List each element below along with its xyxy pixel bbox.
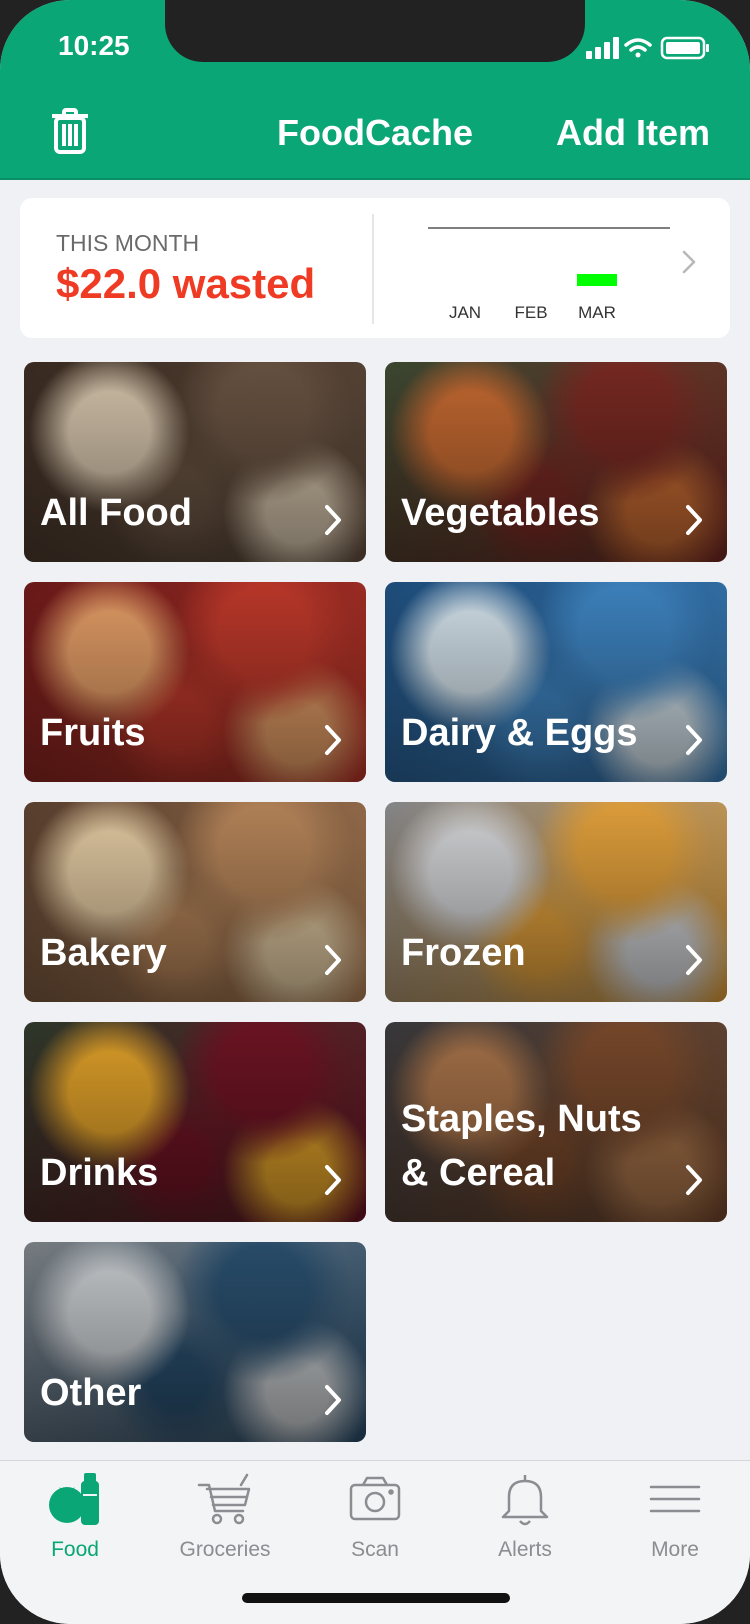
chevron-right-icon [325, 1385, 341, 1415]
signal-icon [586, 37, 619, 59]
waste-chart: JAN FEB MAR [428, 227, 670, 322]
menu-icon [649, 1485, 701, 1513]
category-label: Other [40, 1372, 142, 1414]
status-bar: 10:25 [0, 0, 750, 92]
summary-period-label: THIS MONTH [56, 230, 200, 256]
chevron-right-icon [325, 725, 341, 755]
battery-icon [660, 36, 709, 60]
add-item-button[interactable]: Add Item [556, 112, 710, 154]
tab-scan-label: Scan [351, 1538, 399, 1561]
tab-groceries[interactable]: Groceries [150, 1471, 300, 1562]
category-label: Fruits [40, 712, 146, 754]
waste-amount: $22.0 wasted [56, 260, 316, 307]
home-indicator [242, 1593, 510, 1603]
category-label: Vegetables [401, 492, 600, 534]
category-tile-staples-nuts-cereal[interactable]: Staples, Nuts & Cereal [385, 1022, 727, 1222]
chart-tick-feb: FEB [514, 303, 547, 322]
category-label: Bakery [40, 932, 167, 974]
cart-icon [197, 1473, 251, 1525]
chevron-right-icon [325, 505, 341, 535]
category-label: All Food [40, 492, 192, 534]
chevron-right-icon [682, 250, 696, 274]
chevron-right-icon [325, 1165, 341, 1195]
category-tile-drinks[interactable]: Drinks [24, 1022, 366, 1222]
status-time: 10:25 [58, 30, 130, 61]
chevron-right-icon [686, 505, 702, 535]
tab-more[interactable]: More [600, 1471, 750, 1562]
card-divider [372, 214, 374, 324]
chevron-right-icon [686, 1165, 702, 1195]
category-tile-dairy-eggs[interactable]: Dairy & Eggs [385, 582, 727, 782]
category-label: Frozen [401, 932, 526, 974]
tab-food-label: Food [51, 1538, 99, 1561]
category-label: Dairy & Eggs [401, 712, 638, 754]
notch [165, 0, 585, 62]
wifi-icon [624, 38, 652, 58]
nav-bar: FoodCache Add Item [0, 92, 750, 180]
camera-icon [349, 1476, 401, 1521]
tab-alerts-label: Alerts [498, 1538, 552, 1561]
category-label: Staples, Nuts & Cereal [401, 1098, 642, 1194]
chart-tick-mar: MAR [578, 303, 616, 322]
waste-summary-card[interactable]: THIS MONTH $22.0 wasted JAN FEB MAR [20, 198, 730, 338]
category-tile-frozen[interactable]: Frozen [385, 802, 727, 1002]
chevron-right-icon [686, 725, 702, 755]
tab-scan[interactable]: Scan [300, 1471, 450, 1562]
chevron-right-icon [686, 945, 702, 975]
category-tile-other[interactable]: Other [24, 1242, 366, 1442]
category-tile-vegetables[interactable]: Vegetables [385, 362, 727, 562]
bell-icon [501, 1475, 549, 1526]
status-icons [586, 36, 709, 60]
food-icon [49, 1473, 99, 1525]
category-tile-all-food[interactable]: All Food [24, 362, 366, 562]
category-tile-bakery[interactable]: Bakery [24, 802, 366, 1002]
category-tile-fruits[interactable]: Fruits [24, 582, 366, 782]
chart-tick-jan: JAN [449, 303, 481, 322]
tab-food[interactable]: Food [0, 1471, 150, 1562]
tab-more-label: More [651, 1538, 699, 1561]
tab-alerts[interactable]: Alerts [450, 1471, 600, 1562]
category-label: Drinks [40, 1152, 159, 1194]
chart-bar-mar [577, 274, 617, 286]
app-screen: 10:25 FoodCache Add Item THIS MONTH $22.… [0, 0, 750, 1624]
tab-groceries-label: Groceries [179, 1538, 271, 1561]
chevron-right-icon [325, 945, 341, 975]
